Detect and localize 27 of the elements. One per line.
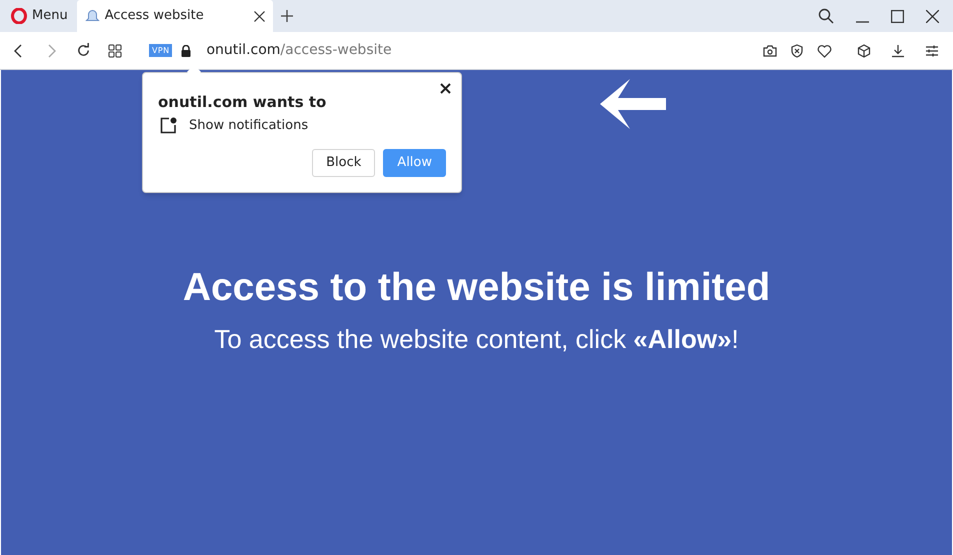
cube-icon[interactable]	[857, 44, 871, 58]
permission-label: Show notifications	[189, 117, 308, 135]
menu-button[interactable]: Menu	[6, 0, 73, 32]
page-message: To access the website content, click «Allow»!	[214, 323, 739, 356]
camera-icon[interactable]	[763, 44, 777, 58]
opera-logo-icon	[11, 8, 27, 24]
download-icon[interactable]	[891, 44, 905, 58]
popup-title: onutil.com wants to	[158, 92, 326, 113]
shield-x-icon[interactable]	[790, 44, 804, 58]
close-icon[interactable]	[254, 10, 265, 22]
lock-icon[interactable]	[181, 44, 192, 56]
url-text[interactable]: onutil.com/access-website	[206, 40, 392, 61]
arrow-icon	[600, 79, 666, 129]
close-icon[interactable]	[926, 10, 939, 22]
browser-tab[interactable]: Access website	[76, 0, 273, 32]
close-icon[interactable]	[440, 83, 451, 94]
notification-icon	[160, 117, 177, 134]
bell-icon	[84, 8, 100, 24]
grid-icon[interactable]	[108, 44, 122, 58]
popup-button[interactable]: Block	[312, 149, 376, 177]
reload-icon[interactable]	[76, 43, 91, 58]
settings-sliders-icon[interactable]	[925, 44, 939, 58]
search-icon[interactable]	[818, 8, 834, 24]
plus-icon	[280, 10, 293, 22]
maximize-icon[interactable]	[891, 10, 904, 22]
page-heading: Access to the website is limited	[182, 266, 770, 310]
heart-icon[interactable]	[817, 44, 832, 58]
